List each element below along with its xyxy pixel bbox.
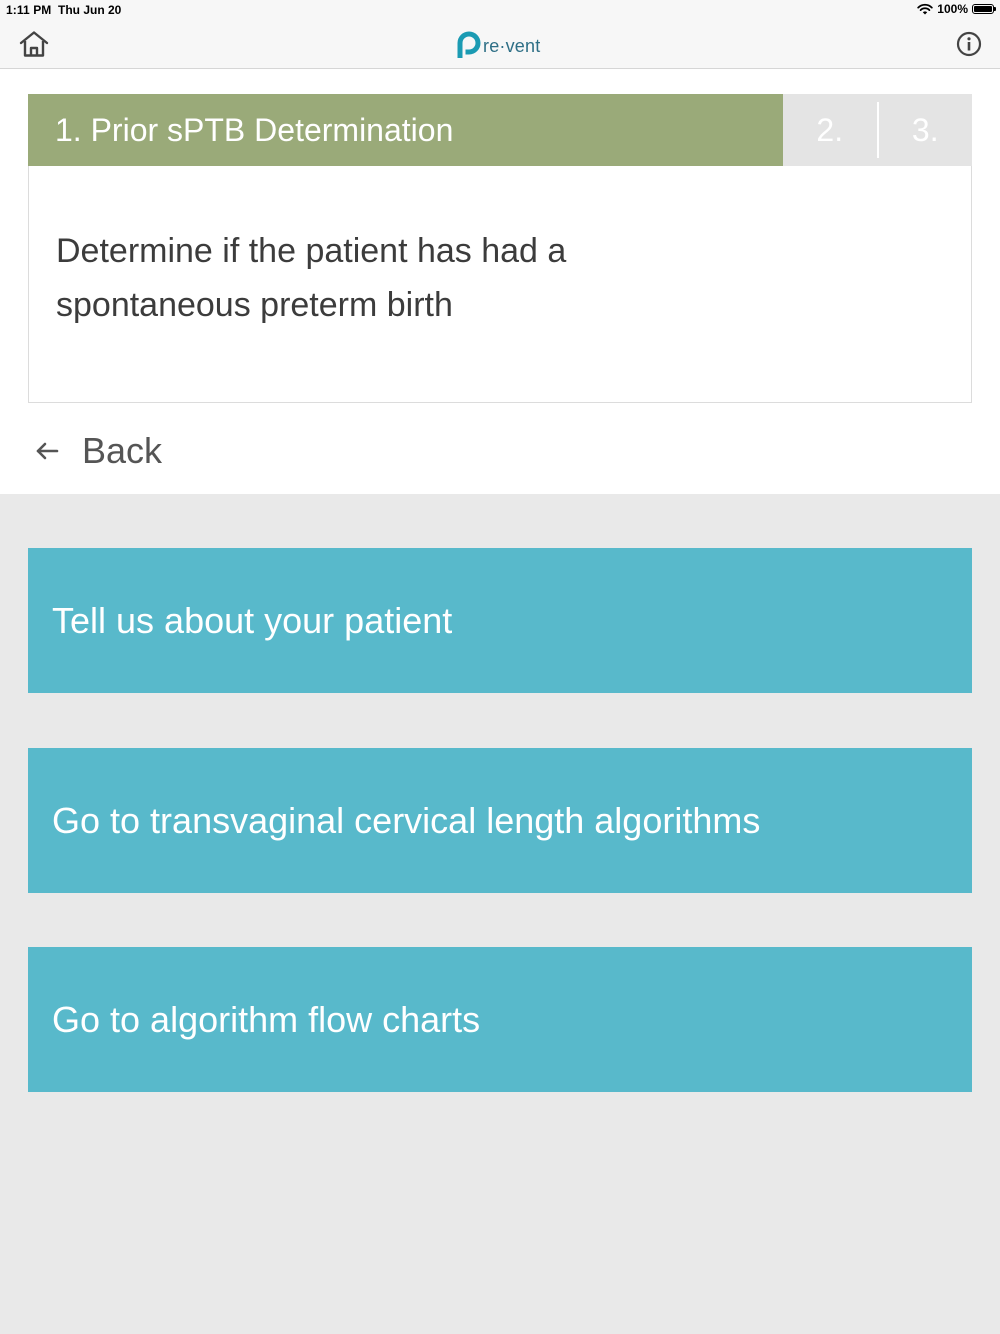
back-label: Back — [82, 430, 163, 471]
wifi-icon — [917, 3, 933, 15]
battery-icon — [972, 4, 996, 14]
home-icon — [19, 31, 49, 57]
step-2: 2. — [816, 111, 844, 148]
status-bar: 1:11 PM Thu Jun 20 100% — [0, 0, 1000, 20]
prevent-logo-mark — [457, 31, 481, 58]
status-date: Thu Jun 20 — [58, 3, 122, 17]
steps-upcoming: 2. 3. — [783, 94, 972, 166]
step-panel: 1. Prior sPTB Determination 2. 3. Determ… — [0, 69, 1000, 494]
status-time: 1:11 PM — [6, 3, 52, 17]
arrow-left-icon — [36, 442, 59, 460]
navigation-bar: re·vent — [0, 20, 1000, 69]
battery-percentage: 100% — [937, 2, 968, 16]
app-logo: re·vent — [456, 29, 540, 59]
home-button[interactable] — [18, 30, 50, 58]
step-1-active: 1. Prior sPTB Determination — [28, 94, 783, 166]
cervical-length-algorithms-button[interactable]: Go to transvaginal cervical length algor… — [28, 748, 972, 893]
logo-text: re·vent — [483, 36, 541, 56]
battery-fill — [974, 6, 992, 12]
step-description: Determine if the patient has had a spont… — [56, 232, 567, 324]
status-right: 100% — [917, 2, 996, 16]
step-3: 3. — [911, 111, 939, 148]
step-progress: 1. Prior sPTB Determination 2. 3. — [28, 94, 972, 166]
info-icon — [956, 31, 982, 57]
info-button[interactable] — [956, 31, 982, 57]
step-description-card: Determine if the patient has had a spont… — [28, 166, 972, 403]
back-button[interactable]: Back — [34, 427, 162, 475]
algorithm-flow-charts-button[interactable]: Go to algorithm flow charts — [28, 947, 972, 1092]
tell-us-about-patient-button[interactable]: Tell us about your patient — [28, 548, 972, 693]
